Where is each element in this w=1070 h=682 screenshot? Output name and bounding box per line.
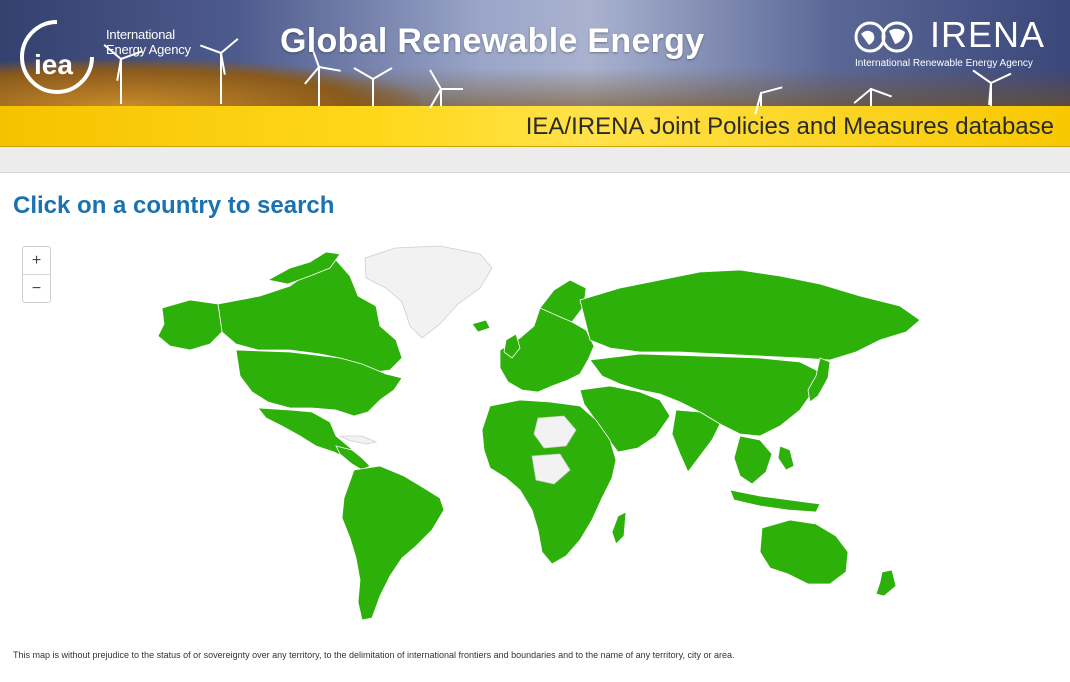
country-russia[interactable] (579, 269, 921, 361)
iea-org-name: International Energy Agency (106, 27, 191, 57)
banner-title: Global Renewable Energy (280, 22, 705, 60)
irena-name: IRENA (930, 14, 1046, 55)
country-south-america[interactable] (341, 465, 445, 621)
banner-subtitle: IEA/IRENA Joint Policies and Measures da… (525, 113, 1054, 140)
country-cuba[interactable] (339, 435, 378, 445)
map-disclaimer: This map is without prejudice to the sta… (13, 650, 735, 660)
country-usa-alaska[interactable] (157, 299, 223, 351)
page-heading: Click on a country to search (13, 192, 335, 219)
country-australia[interactable] (759, 519, 849, 585)
country-southeast-asia[interactable] (733, 435, 773, 485)
world-map[interactable] (140, 240, 940, 630)
map-zoom-control: + − (22, 246, 51, 303)
iea-logo[interactable]: iea (18, 18, 96, 96)
irena-full-name: International Renewable Energy Agency (855, 58, 1033, 69)
header-banner: iea International Energy Agency Global R… (0, 0, 1070, 147)
country-indonesia[interactable] (729, 489, 821, 513)
zoom-in-button[interactable]: + (23, 247, 50, 274)
iea-org-line1: International (106, 27, 175, 42)
country-madagascar[interactable] (611, 511, 627, 545)
irena-globe-icon[interactable] (853, 20, 923, 54)
iea-logo-text: iea (34, 49, 73, 80)
zoom-out-button[interactable]: − (23, 274, 50, 301)
country-philippines[interactable] (777, 445, 795, 471)
iea-org-line2: Energy Agency (106, 42, 191, 57)
nav-bar (0, 147, 1070, 173)
country-india[interactable] (671, 409, 721, 473)
country-new-zealand[interactable] (875, 569, 897, 597)
country-iceland[interactable] (471, 319, 491, 333)
